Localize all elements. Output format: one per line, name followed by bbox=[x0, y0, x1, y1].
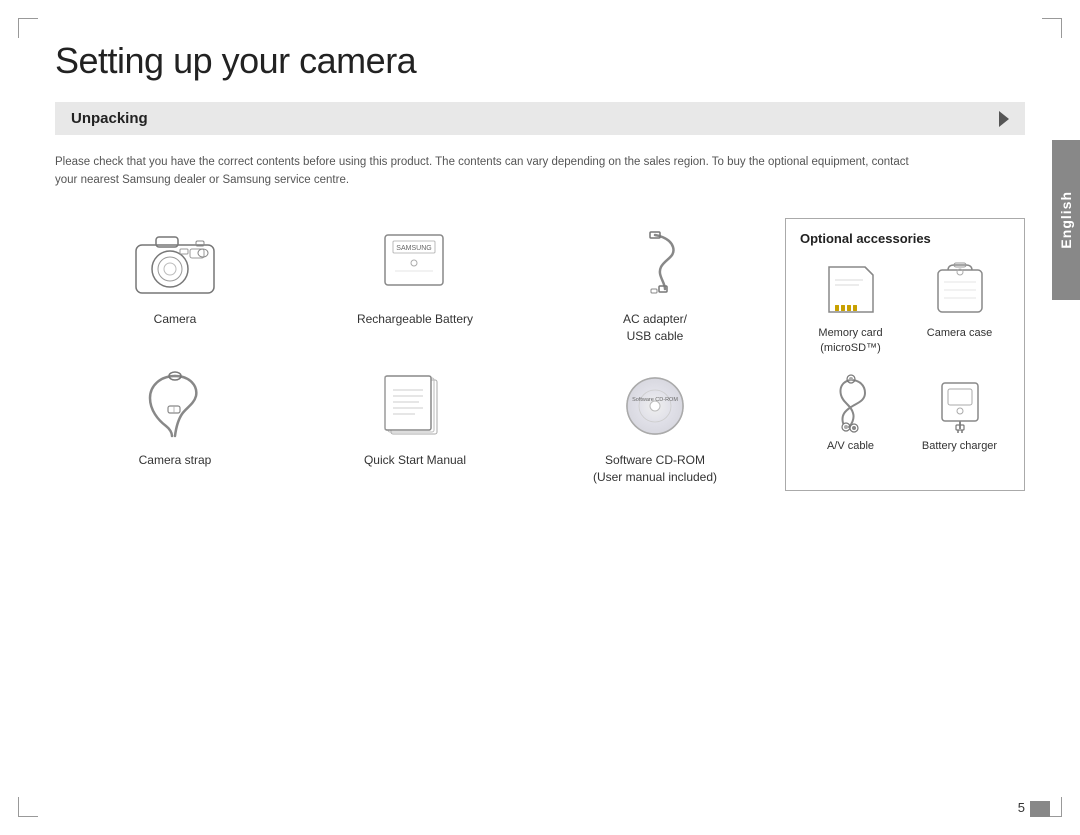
battery-charger-image bbox=[925, 373, 995, 433]
rechargeable-battery-image: SAMSUNG bbox=[365, 223, 465, 303]
page-title: Setting up your camera bbox=[55, 40, 1025, 82]
language-label: English bbox=[1058, 191, 1074, 249]
optional-accessories-grid: Memory card(microSD™) bbox=[800, 260, 1010, 454]
optional-accessories-title: Optional accessories bbox=[800, 231, 1010, 246]
camera-case-image bbox=[925, 260, 995, 320]
page-number: 5 bbox=[1018, 800, 1025, 815]
camera-strap-label: Camera strap bbox=[139, 452, 212, 469]
item-rechargeable-battery: SAMSUNG Rechargeable Battery bbox=[295, 218, 535, 350]
av-cable-image bbox=[816, 373, 886, 433]
optional-item-battery-charger: Battery charger bbox=[909, 373, 1010, 454]
camera-image bbox=[125, 223, 225, 303]
included-items-grid: Camera SAMSUNG bbox=[55, 218, 775, 491]
corner-mark-bl bbox=[18, 797, 38, 817]
ac-adapter-image bbox=[605, 223, 705, 303]
item-ac-adapter: AC adapter/USB cable bbox=[535, 218, 775, 350]
optional-item-av-cable: A/V cable bbox=[800, 373, 901, 454]
svg-text:SAMSUNG: SAMSUNG bbox=[396, 245, 431, 252]
page-number-bar bbox=[1030, 801, 1050, 817]
items-area: Camera SAMSUNG bbox=[55, 218, 1025, 491]
av-cable-label: A/V cable bbox=[827, 439, 874, 454]
quick-start-manual-image bbox=[365, 364, 465, 444]
software-cd-rom-label: Software CD-ROM(User manual included) bbox=[593, 452, 717, 486]
item-camera: Camera bbox=[55, 218, 295, 350]
corner-mark-tl bbox=[18, 18, 38, 38]
camera-case-label: Camera case bbox=[927, 326, 992, 341]
software-cd-rom-image: Software CD-ROM bbox=[605, 364, 705, 444]
camera-label: Camera bbox=[154, 311, 197, 328]
memory-card-label: Memory card(microSD™) bbox=[818, 326, 882, 357]
main-content: Setting up your camera Unpacking Please … bbox=[55, 40, 1025, 795]
rechargeable-battery-label: Rechargeable Battery bbox=[357, 311, 473, 328]
page-container: English Setting up your camera Unpacking… bbox=[0, 0, 1080, 835]
optional-item-memory-card: Memory card(microSD™) bbox=[800, 260, 901, 357]
quick-start-manual-label: Quick Start Manual bbox=[364, 452, 466, 469]
section-title: Unpacking bbox=[71, 110, 148, 127]
svg-text:Software CD-ROM: Software CD-ROM bbox=[632, 397, 678, 403]
item-camera-strap: Camera strap bbox=[55, 359, 295, 491]
description-text: Please check that you have the correct c… bbox=[55, 153, 915, 190]
camera-strap-image bbox=[125, 364, 225, 444]
corner-mark-tr bbox=[1042, 18, 1062, 38]
section-arrow-icon bbox=[999, 111, 1009, 127]
battery-charger-label: Battery charger bbox=[922, 439, 997, 454]
item-software-cd-rom: Software CD-ROM Software CD-ROM(User man… bbox=[535, 359, 775, 491]
language-side-tab: English bbox=[1052, 140, 1080, 300]
item-quick-start-manual: Quick Start Manual bbox=[295, 359, 535, 491]
section-header: Unpacking bbox=[55, 102, 1025, 135]
optional-item-camera-case: Camera case bbox=[909, 260, 1010, 357]
memory-card-image bbox=[816, 260, 886, 320]
optional-accessories-box: Optional accessories bbox=[785, 218, 1025, 491]
ac-adapter-label: AC adapter/USB cable bbox=[623, 311, 687, 345]
